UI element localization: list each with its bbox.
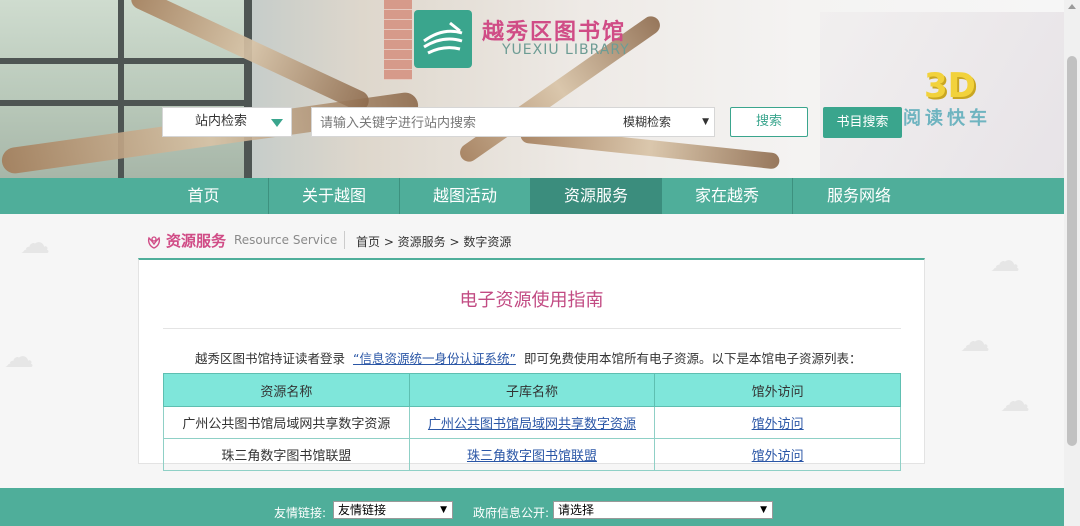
resource-guide-panel: 电子资源使用指南 越秀区图书馆持证读者登录 “信息资源统一身份认证系统” 即可免费使… xyxy=(138,258,925,471)
nav-item-service-network[interactable]: 服务网络 xyxy=(793,178,925,214)
search-mode-value: 模糊检索 xyxy=(623,115,672,129)
section-title-en: Resource Service xyxy=(234,233,338,247)
cloud-icon: ☁ xyxy=(1000,384,1030,419)
cloud-icon: ☁ xyxy=(990,244,1020,279)
nav-item-home[interactable]: 首页 xyxy=(138,178,269,214)
page-scrollbar[interactable] xyxy=(1064,0,1080,526)
sub-library-cell: 广州公共图书馆局域网共享数字资源 xyxy=(408,406,656,439)
section-divider xyxy=(344,231,345,249)
table-row: 广州公共图书馆局域网共享数字资源 广州公共图书馆局域网共享数字资源 馆外访问 xyxy=(163,406,901,439)
chevron-down-icon: ▼ xyxy=(702,117,709,127)
flower-icon xyxy=(147,236,161,249)
library-logo[interactable] xyxy=(414,10,472,68)
intro-text-after: 即可免费使用本馆所有电子资源。以下是本馆电子资源列表： xyxy=(523,351,862,366)
title-divider xyxy=(163,328,901,329)
table-row: 珠三角数字图书馆联盟 珠三角数字图书馆联盟 馆外访问 xyxy=(163,438,901,471)
window-bar xyxy=(0,58,250,64)
sub-library-link[interactable]: 珠三角数字图书馆联盟 xyxy=(467,449,597,464)
breadcrumb[interactable]: 首页 > 资源服务 > 数字资源 xyxy=(356,233,511,250)
gov-info-label: 政府信息公开: xyxy=(473,506,550,520)
book-wave-icon xyxy=(423,21,463,55)
brick-wall xyxy=(384,0,412,80)
col-header-sub-library: 子库名称 xyxy=(408,373,656,407)
remote-access-cell: 馆外访问 xyxy=(654,406,901,439)
resource-table: 资源名称 子库名称 馆外访问 广州公共图书馆局域网共享数字资源 广州公共图书馆局… xyxy=(163,373,901,471)
search-scope-value: 站内检索 xyxy=(195,114,248,129)
friend-links-select[interactable]: 友情链接 ▼ xyxy=(333,501,453,519)
search-mode-select[interactable]: 模糊检索 ▼ xyxy=(619,108,715,136)
footer: 友情链接: 友情链接 ▼ 政府信息公开: 请选择 ▼ xyxy=(0,488,1064,526)
cloud-icon: ☁ xyxy=(960,324,990,359)
remote-access-link[interactable]: 馆外访问 xyxy=(752,417,804,432)
search-box[interactable]: 模糊检索 ▼ xyxy=(311,107,715,137)
remote-access-link[interactable]: 馆外访问 xyxy=(752,449,804,464)
friend-links-value: 友情链接 xyxy=(338,503,387,517)
promo-read-car-label: 阅读快车 xyxy=(903,108,991,129)
col-header-remote-access: 馆外访问 xyxy=(654,373,901,407)
main-nav: 首页 关于越图 越图活动 资源服务 家在越秀 服务网络 xyxy=(0,178,1064,214)
page-title: 电子资源使用指南 xyxy=(459,290,604,311)
sub-library-link[interactable]: 广州公共图书馆局域网共享数字资源 xyxy=(428,417,636,432)
nav-item-resources[interactable]: 资源服务 xyxy=(530,178,662,214)
cloud-icon: ☁ xyxy=(20,226,50,261)
nav-item-about[interactable]: 关于越图 xyxy=(269,178,399,214)
gov-info-select[interactable]: 请选择 ▼ xyxy=(553,501,773,519)
nav-item-home-yuexiu[interactable]: 家在越秀 xyxy=(662,178,792,214)
scrollbar-thumb[interactable] xyxy=(1067,56,1077,446)
nav-item-activities[interactable]: 越图活动 xyxy=(400,178,530,214)
intro-text-before: 越秀区图书馆持证读者登录 xyxy=(195,351,346,366)
gov-info-value: 请选择 xyxy=(558,503,595,517)
window-bar xyxy=(244,0,252,178)
table-header-row: 资源名称 子库名称 馆外访问 xyxy=(163,373,901,407)
remote-access-cell: 馆外访问 xyxy=(654,438,901,471)
friend-links-label: 友情链接: xyxy=(274,506,327,520)
window-bar xyxy=(0,100,250,106)
resource-name-cell: 珠三角数字图书馆联盟 xyxy=(163,438,410,471)
sub-library-cell: 珠三角数字图书馆联盟 xyxy=(408,438,656,471)
section-title-cn: 资源服务 xyxy=(166,232,227,250)
chevron-down-icon: ▼ xyxy=(760,505,767,515)
col-header-resource-name: 资源名称 xyxy=(163,373,410,407)
catalog-search-button[interactable]: 书目搜索 xyxy=(823,107,902,138)
search-input[interactable] xyxy=(318,111,612,135)
library-name-en: YUEXIU LIBRARY xyxy=(502,42,630,58)
triangle-down-icon xyxy=(271,119,283,127)
chevron-down-icon: ▼ xyxy=(440,505,447,515)
auth-system-link[interactable]: “信息资源统一身份认证系统” xyxy=(353,351,516,366)
search-scope-select[interactable]: 站内检索 xyxy=(162,107,292,137)
scroll-up-icon[interactable] xyxy=(1068,4,1076,9)
search-button[interactable]: 搜索 xyxy=(730,107,808,137)
intro-text: 越秀区图书馆持证读者登录 “信息资源统一身份认证系统” 即可免费使用本馆所有电子资源… xyxy=(195,348,861,367)
cloud-icon: ☁ xyxy=(4,340,34,375)
resource-name-cell: 广州公共图书馆局域网共享数字资源 xyxy=(163,406,410,439)
promo-3d-label: 3D xyxy=(924,66,976,106)
